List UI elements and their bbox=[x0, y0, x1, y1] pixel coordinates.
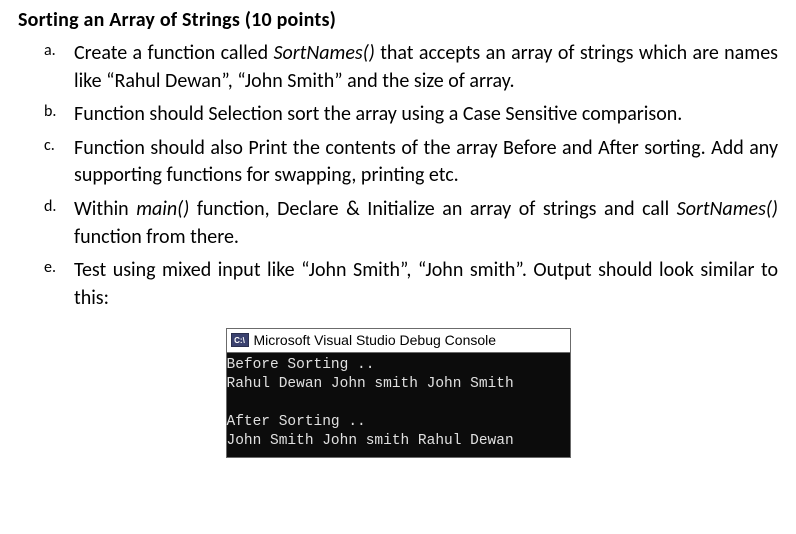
console-icon: C:\ bbox=[231, 333, 249, 347]
list-marker: b. bbox=[44, 101, 56, 123]
text-run: Within bbox=[74, 197, 136, 221]
console-titlebar: C:\ Microsoft Visual Studio Debug Consol… bbox=[227, 329, 570, 353]
console-title: Microsoft Visual Studio Debug Console bbox=[254, 332, 497, 348]
text-run: Function should also Print the contents … bbox=[74, 136, 778, 188]
text-run: Function should Selection sort the array… bbox=[74, 102, 682, 126]
list-item: a. Create a function called SortNames() … bbox=[50, 40, 778, 95]
list-marker: c. bbox=[44, 135, 55, 157]
list-item-text: Within main() function, Declare & Initia… bbox=[74, 197, 778, 249]
text-run: Create a function called bbox=[74, 41, 274, 65]
italic-text: SortNames() bbox=[677, 197, 778, 221]
list-item-text: Create a function called SortNames() tha… bbox=[74, 41, 778, 93]
list-item: c. Function should also Print the conten… bbox=[50, 135, 778, 190]
text-run: function, Declare & Initialize an array … bbox=[189, 197, 676, 221]
question-heading: Sorting an Array of Strings (10 points) bbox=[18, 8, 778, 32]
list-item: b. Function should Selection sort the ar… bbox=[50, 101, 778, 129]
list-item: d. Within main() function, Declare & Ini… bbox=[50, 196, 778, 251]
list-item-text: Test using mixed input like “John Smith”… bbox=[74, 258, 778, 310]
list-marker: e. bbox=[44, 257, 56, 279]
list-item-text: Function should Selection sort the array… bbox=[74, 102, 682, 126]
console-window: C:\ Microsoft Visual Studio Debug Consol… bbox=[226, 328, 571, 457]
text-run: Test using mixed input like “John Smith”… bbox=[74, 258, 778, 310]
list-marker: a. bbox=[44, 40, 56, 62]
list-marker: d. bbox=[44, 196, 56, 218]
italic-text: SortNames() bbox=[274, 41, 375, 65]
italic-text: main() bbox=[136, 197, 189, 221]
list-item-text: Function should also Print the contents … bbox=[74, 136, 778, 188]
list-item: e. Test using mixed input like “John Smi… bbox=[50, 257, 778, 312]
question-list: a. Create a function called SortNames() … bbox=[18, 40, 778, 312]
console-body: Before Sorting .. Rahul Dewan John smith… bbox=[227, 353, 570, 456]
text-run: function from there. bbox=[74, 225, 239, 249]
